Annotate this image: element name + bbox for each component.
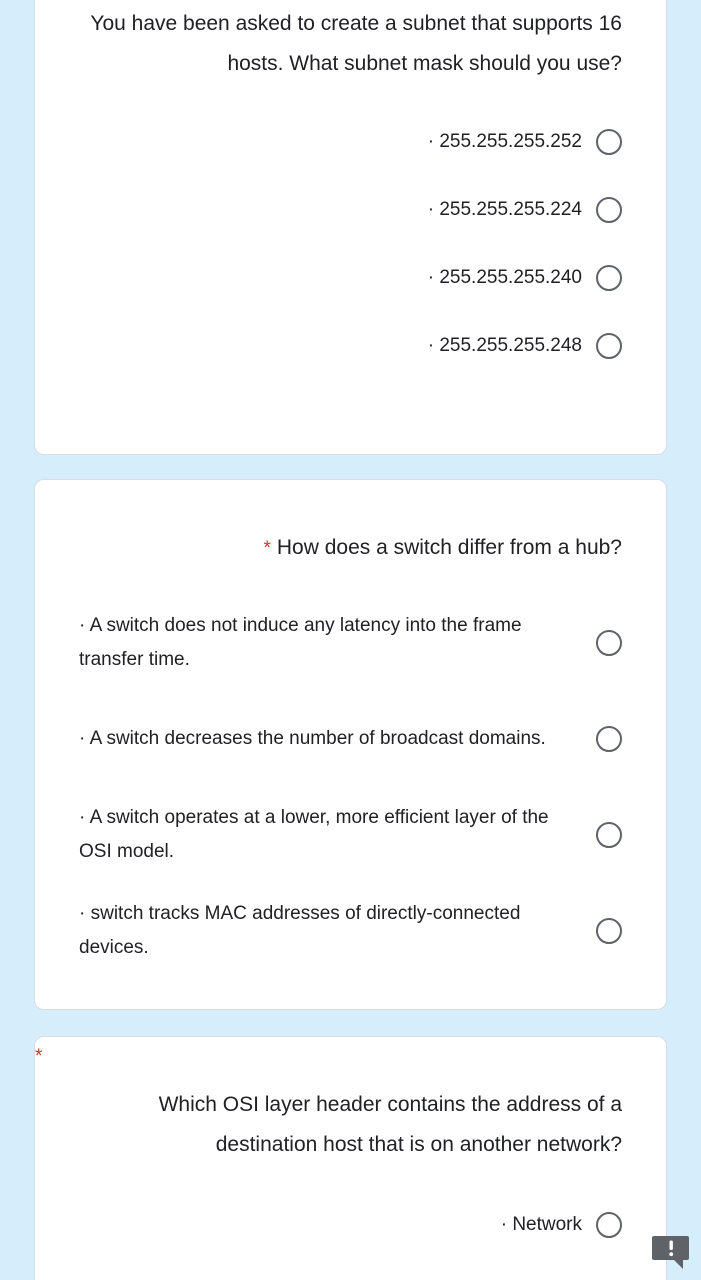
radio-button[interactable] [596, 726, 622, 752]
option-label: · A switch operates at a lower, more eff… [79, 801, 582, 869]
radio-button[interactable] [596, 197, 622, 223]
option-text: 255.255.255.240 [439, 267, 582, 288]
bullet-icon: · [79, 728, 86, 749]
question-card-switch-vs-hub: * How does a switch differ from a hub? · … [34, 479, 667, 1010]
radio-button[interactable] [596, 630, 622, 656]
radio-button[interactable] [596, 1212, 622, 1238]
option-row[interactable]: · 255.255.255.240 [79, 244, 622, 312]
option-label: · A switch decreases the number of broad… [79, 722, 582, 756]
radio-button[interactable] [596, 333, 622, 359]
required-asterisk: * [263, 538, 271, 559]
quiz-form-page: * You have been asked to create a subnet… [0, 0, 701, 1280]
option-label: · switch tracks MAC addresses of directl… [79, 897, 582, 965]
option-text: 255.255.255.224 [439, 199, 582, 220]
question-card-subnet-mask: * You have been asked to create a subnet… [34, 0, 667, 455]
option-row[interactable]: · Network [79, 1191, 622, 1259]
feedback-exclamation-icon[interactable] [651, 1234, 693, 1272]
option-row[interactable]: · switch tracks MAC addresses of directl… [79, 883, 622, 979]
option-text: 255.255.255.248 [439, 335, 582, 356]
option-label: · 255.255.255.224 [79, 193, 582, 227]
bullet-icon: · [500, 1214, 508, 1235]
options-list: · A switch does not induce any latency i… [35, 569, 666, 979]
radio-button[interactable] [596, 129, 622, 155]
option-text: A switch operates at a lower, more effic… [79, 807, 549, 862]
option-row[interactable]: · 255.255.255.248 [79, 312, 622, 380]
question-title: * How does a switch differ from a hub? [35, 480, 666, 569]
option-row[interactable]: · 255.255.255.224 [79, 176, 622, 244]
radio-button[interactable] [596, 265, 622, 291]
bullet-icon: · [79, 807, 86, 828]
question-title-text: You have been asked to create a subnet t… [90, 12, 622, 75]
bullet-icon: · [79, 903, 86, 924]
option-label: · A switch does not induce any latency i… [79, 609, 582, 677]
bullet-icon: · [79, 615, 86, 636]
option-text: A switch does not induce any latency int… [79, 615, 522, 670]
bullet-icon: · [427, 131, 435, 152]
option-row[interactable]: · A switch operates at a lower, more eff… [79, 787, 622, 883]
option-label: · 255.255.255.248 [79, 329, 582, 363]
bullet-icon: · [427, 199, 435, 220]
options-list: · 255.255.255.252 · 255.255.255.224 · 25… [35, 84, 666, 380]
option-row[interactable]: · A switch decreases the number of broad… [79, 691, 622, 787]
question-title: * You have been asked to create a subnet… [35, 0, 666, 84]
question-title-text: How does a switch differ from a hub? [276, 536, 622, 559]
question-title: * Which OSI layer header contains the ad… [35, 1037, 666, 1165]
bullet-icon: · [427, 267, 435, 288]
option-text: Network [512, 1214, 582, 1235]
option-text: switch tracks MAC addresses of directly-… [79, 903, 521, 958]
bullet-icon: · [427, 335, 435, 356]
question-card-osi-layer-header: * Which OSI layer header contains the ad… [34, 1036, 667, 1280]
required-asterisk: * [35, 1046, 43, 1067]
question-title-text: Which OSI layer header contains the addr… [158, 1093, 622, 1156]
option-text: 255.255.255.252 [439, 131, 582, 152]
option-label: · 255.255.255.240 [79, 261, 582, 295]
option-row[interactable]: · 255.255.255.252 [79, 108, 622, 176]
radio-button[interactable] [596, 918, 622, 944]
radio-button[interactable] [596, 822, 622, 848]
options-list: · Network [35, 1165, 666, 1259]
option-label: · Network [79, 1208, 582, 1242]
option-label: · 255.255.255.252 [79, 125, 582, 159]
option-row[interactable]: · A switch does not induce any latency i… [79, 595, 622, 691]
option-text: A switch decreases the number of broadca… [89, 728, 546, 749]
